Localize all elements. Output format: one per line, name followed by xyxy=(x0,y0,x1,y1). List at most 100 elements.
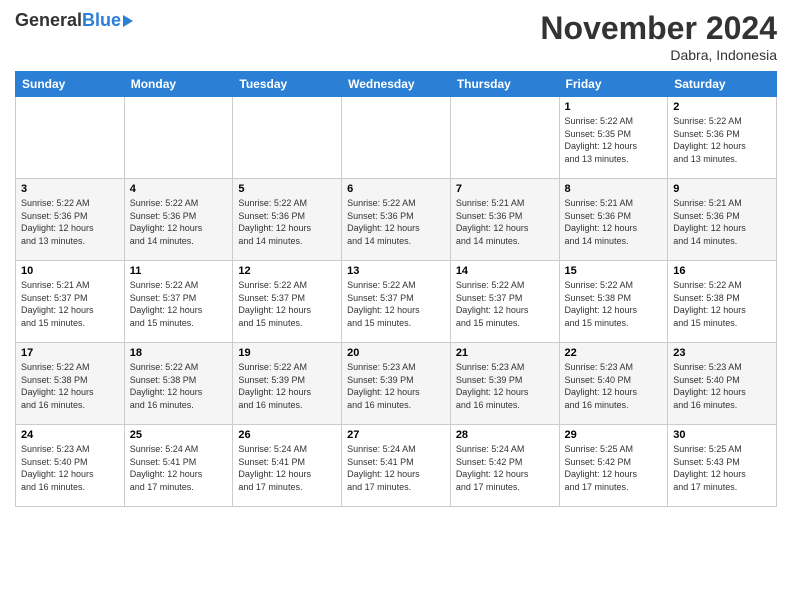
cell-sun-info: Sunrise: 5:25 AM Sunset: 5:42 PM Dayligh… xyxy=(565,443,663,493)
day-number: 23 xyxy=(673,347,771,359)
day-number: 2 xyxy=(673,101,771,113)
cell-sun-info: Sunrise: 5:22 AM Sunset: 5:36 PM Dayligh… xyxy=(347,197,445,247)
day-number: 27 xyxy=(347,429,445,441)
calendar-row: 3 Sunrise: 5:22 AM Sunset: 5:36 PM Daylig… xyxy=(16,179,777,261)
page: General Blue November 2024 Dabra, Indone… xyxy=(0,0,792,612)
calendar-cell: 22Sunrise: 5:23 AM Sunset: 5:40 PM Dayli… xyxy=(559,343,668,425)
weekday-header: Sunday xyxy=(16,72,125,97)
calendar-cell: 30 Sunrise: 5:25 AM Sunset: 5:43 PM Dayli… xyxy=(668,425,777,507)
calendar-cell: 27 Sunrise: 5:24 AM Sunset: 5:41 PM Dayli… xyxy=(342,425,451,507)
cell-sun-info: Sunrise: 5:23 AM Sunset: 5:40 PM Dayligh… xyxy=(673,361,771,411)
cell-sun-info: Sunrise: 5:22 AM Sunset: 5:38 PM Dayligh… xyxy=(130,361,228,411)
logo: General Blue xyxy=(15,10,133,31)
calendar-cell: 17Sunrise: 5:22 AM Sunset: 5:38 PM Dayli… xyxy=(16,343,125,425)
header: General Blue November 2024 Dabra, Indone… xyxy=(15,10,777,63)
logo-arrow-icon xyxy=(123,15,133,27)
calendar-cell: 9 Sunrise: 5:21 AM Sunset: 5:36 PM Daylig… xyxy=(668,179,777,261)
calendar-row: 10Sunrise: 5:21 AM Sunset: 5:37 PM Dayli… xyxy=(16,261,777,343)
calendar-cell: 1 Sunrise: 5:22 AM Sunset: 5:35 PM Daylig… xyxy=(559,97,668,179)
cell-sun-info: Sunrise: 5:22 AM Sunset: 5:36 PM Dayligh… xyxy=(673,115,771,165)
weekday-header: Thursday xyxy=(450,72,559,97)
day-number: 13 xyxy=(347,265,445,277)
calendar-cell: 4Sunrise: 5:22 AM Sunset: 5:36 PM Daylig… xyxy=(124,179,233,261)
location: Dabra, Indonesia xyxy=(540,47,777,63)
calendar-cell: 5 Sunrise: 5:22 AM Sunset: 5:36 PM Daylig… xyxy=(233,179,342,261)
calendar-header-row: SundayMondayTuesdayWednesdayThursdayFrid… xyxy=(16,72,777,97)
cell-sun-info: Sunrise: 5:22 AM Sunset: 5:36 PM Dayligh… xyxy=(238,197,336,247)
weekday-header: Wednesday xyxy=(342,72,451,97)
cell-sun-info: Sunrise: 5:24 AM Sunset: 5:41 PM Dayligh… xyxy=(130,443,228,493)
calendar-row: 24 Sunrise: 5:23 AM Sunset: 5:40 PM Dayli… xyxy=(16,425,777,507)
day-number: 29 xyxy=(565,429,663,441)
calendar-cell: 13 Sunrise: 5:22 AM Sunset: 5:37 PM Dayli… xyxy=(342,261,451,343)
cell-sun-info: Sunrise: 5:22 AM Sunset: 5:37 PM Dayligh… xyxy=(456,279,554,329)
cell-sun-info: Sunrise: 5:24 AM Sunset: 5:41 PM Dayligh… xyxy=(238,443,336,493)
cell-sun-info: Sunrise: 5:22 AM Sunset: 5:39 PM Dayligh… xyxy=(238,361,336,411)
cell-sun-info: Sunrise: 5:21 AM Sunset: 5:36 PM Dayligh… xyxy=(456,197,554,247)
day-number: 15 xyxy=(565,265,663,277)
calendar-cell: 6 Sunrise: 5:22 AM Sunset: 5:36 PM Daylig… xyxy=(342,179,451,261)
cell-sun-info: Sunrise: 5:22 AM Sunset: 5:37 PM Dayligh… xyxy=(238,279,336,329)
logo-general-text: General xyxy=(15,10,82,31)
calendar-cell: 23 Sunrise: 5:23 AM Sunset: 5:40 PM Dayli… xyxy=(668,343,777,425)
calendar-cell: 11 Sunrise: 5:22 AM Sunset: 5:37 PM Dayli… xyxy=(124,261,233,343)
weekday-header: Tuesday xyxy=(233,72,342,97)
cell-sun-info: Sunrise: 5:23 AM Sunset: 5:39 PM Dayligh… xyxy=(347,361,445,411)
calendar-cell: 28Sunrise: 5:24 AM Sunset: 5:42 PM Dayli… xyxy=(450,425,559,507)
day-number: 24 xyxy=(21,429,119,441)
day-number: 10 xyxy=(21,265,119,277)
calendar-cell xyxy=(342,97,451,179)
day-number: 1 xyxy=(565,101,663,113)
weekday-header: Friday xyxy=(559,72,668,97)
calendar-cell: 26 Sunrise: 5:24 AM Sunset: 5:41 PM Dayli… xyxy=(233,425,342,507)
day-number: 30 xyxy=(673,429,771,441)
month-title: November 2024 xyxy=(540,10,777,47)
calendar-cell: 10Sunrise: 5:21 AM Sunset: 5:37 PM Dayli… xyxy=(16,261,125,343)
cell-sun-info: Sunrise: 5:22 AM Sunset: 5:35 PM Dayligh… xyxy=(565,115,663,165)
cell-sun-info: Sunrise: 5:22 AM Sunset: 5:37 PM Dayligh… xyxy=(130,279,228,329)
cell-sun-info: Sunrise: 5:24 AM Sunset: 5:41 PM Dayligh… xyxy=(347,443,445,493)
calendar-cell xyxy=(450,97,559,179)
calendar-cell: 15Sunrise: 5:22 AM Sunset: 5:38 PM Dayli… xyxy=(559,261,668,343)
day-number: 3 xyxy=(21,183,119,195)
calendar-cell xyxy=(233,97,342,179)
calendar-cell: 8Sunrise: 5:21 AM Sunset: 5:36 PM Daylig… xyxy=(559,179,668,261)
day-number: 16 xyxy=(673,265,771,277)
day-number: 12 xyxy=(238,265,336,277)
calendar-cell: 12 Sunrise: 5:22 AM Sunset: 5:37 PM Dayli… xyxy=(233,261,342,343)
calendar-row: 17Sunrise: 5:22 AM Sunset: 5:38 PM Dayli… xyxy=(16,343,777,425)
day-number: 7 xyxy=(456,183,554,195)
cell-sun-info: Sunrise: 5:22 AM Sunset: 5:37 PM Dayligh… xyxy=(347,279,445,329)
calendar-cell: 20Sunrise: 5:23 AM Sunset: 5:39 PM Dayli… xyxy=(342,343,451,425)
cell-sun-info: Sunrise: 5:21 AM Sunset: 5:36 PM Dayligh… xyxy=(565,197,663,247)
calendar-cell: 19 Sunrise: 5:22 AM Sunset: 5:39 PM Dayli… xyxy=(233,343,342,425)
cell-sun-info: Sunrise: 5:22 AM Sunset: 5:38 PM Dayligh… xyxy=(673,279,771,329)
calendar-cell: 14 Sunrise: 5:22 AM Sunset: 5:37 PM Dayli… xyxy=(450,261,559,343)
calendar-table: SundayMondayTuesdayWednesdayThursdayFrid… xyxy=(15,71,777,507)
calendar-cell: 18 Sunrise: 5:22 AM Sunset: 5:38 PM Dayli… xyxy=(124,343,233,425)
cell-sun-info: Sunrise: 5:25 AM Sunset: 5:43 PM Dayligh… xyxy=(673,443,771,493)
day-number: 9 xyxy=(673,183,771,195)
day-number: 25 xyxy=(130,429,228,441)
cell-sun-info: Sunrise: 5:23 AM Sunset: 5:40 PM Dayligh… xyxy=(21,443,119,493)
calendar-cell: 7 Sunrise: 5:21 AM Sunset: 5:36 PM Daylig… xyxy=(450,179,559,261)
day-number: 18 xyxy=(130,347,228,359)
day-number: 6 xyxy=(347,183,445,195)
calendar-cell xyxy=(124,97,233,179)
day-number: 14 xyxy=(456,265,554,277)
weekday-header: Monday xyxy=(124,72,233,97)
day-number: 22 xyxy=(565,347,663,359)
calendar-cell: 3Sunrise: 5:22 AM Sunset: 5:36 PM Daylig… xyxy=(16,179,125,261)
calendar-cell xyxy=(16,97,125,179)
day-number: 26 xyxy=(238,429,336,441)
day-number: 5 xyxy=(238,183,336,195)
calendar-cell: 29 Sunrise: 5:25 AM Sunset: 5:42 PM Dayli… xyxy=(559,425,668,507)
cell-sun-info: Sunrise: 5:21 AM Sunset: 5:36 PM Dayligh… xyxy=(673,197,771,247)
day-number: 4 xyxy=(130,183,228,195)
day-number: 19 xyxy=(238,347,336,359)
day-number: 11 xyxy=(130,265,228,277)
calendar-cell: 2 Sunrise: 5:22 AM Sunset: 5:36 PM Daylig… xyxy=(668,97,777,179)
logo-blue-text: Blue xyxy=(82,10,121,31)
day-number: 21 xyxy=(456,347,554,359)
title-block: November 2024 Dabra, Indonesia xyxy=(540,10,777,63)
